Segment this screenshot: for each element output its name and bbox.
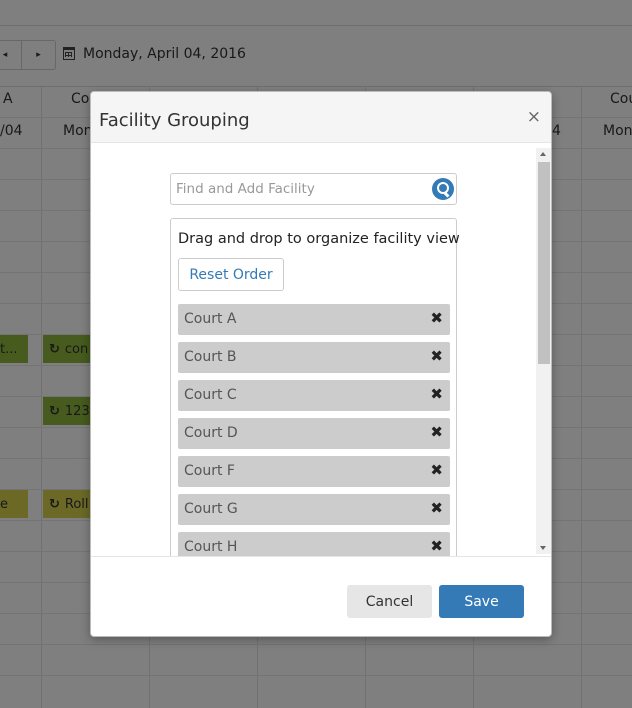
modal-scrollbar[interactable] — [536, 148, 551, 554]
facility-item[interactable]: Court F ✖ — [178, 456, 450, 487]
reset-order-button[interactable]: Reset Order — [178, 258, 284, 291]
facility-name: Court G — [184, 501, 238, 517]
facility-item[interactable]: Court B ✖ — [178, 342, 450, 373]
facility-item[interactable]: Court G ✖ — [178, 494, 450, 525]
save-button[interactable]: Save — [439, 585, 524, 618]
remove-icon[interactable]: ✖ — [430, 423, 443, 441]
facility-item[interactable]: Court H ✖ — [178, 532, 450, 556]
facility-order-panel: Drag and drop to organize facility view … — [170, 218, 460, 556]
scroll-down-arrow-icon[interactable] — [540, 546, 546, 550]
close-icon[interactable]: × — [527, 109, 541, 126]
modal-header: Facility Grouping × — [91, 92, 551, 143]
remove-icon[interactable]: ✖ — [430, 347, 443, 365]
search-icon[interactable] — [432, 178, 454, 200]
modal-title: Facility Grouping — [99, 110, 250, 131]
remove-icon[interactable]: ✖ — [430, 309, 443, 327]
facility-name: Court A — [184, 311, 237, 327]
facility-list: Court A ✖ Court B ✖ Court C ✖ Court D ✖ … — [178, 304, 450, 556]
facility-item[interactable]: Court C ✖ — [178, 380, 450, 411]
remove-icon[interactable]: ✖ — [430, 537, 443, 555]
facility-grouping-modal: Facility Grouping × Drag and drop to org… — [90, 91, 552, 637]
facility-name: Court C — [184, 387, 237, 403]
facility-item[interactable]: Court A ✖ — [178, 304, 450, 335]
facility-item[interactable]: Court D ✖ — [178, 418, 450, 449]
remove-icon[interactable]: ✖ — [430, 461, 443, 479]
facility-search-input[interactable] — [171, 174, 427, 204]
facility-search — [170, 173, 457, 205]
modal-footer: Cancel Save — [91, 556, 551, 636]
facility-name: Court D — [184, 425, 238, 441]
remove-icon[interactable]: ✖ — [430, 385, 443, 403]
scroll-up-arrow-icon[interactable] — [540, 152, 546, 156]
facility-name: Court H — [184, 539, 238, 555]
scrollbar-thumb[interactable] — [538, 162, 550, 364]
facility-name: Court B — [184, 349, 237, 365]
panel-heading: Drag and drop to organize facility view — [178, 231, 460, 247]
facility-name: Court F — [184, 463, 235, 479]
remove-icon[interactable]: ✖ — [430, 499, 443, 517]
cancel-button[interactable]: Cancel — [347, 585, 432, 618]
modal-body: Drag and drop to organize facility view … — [92, 144, 552, 556]
